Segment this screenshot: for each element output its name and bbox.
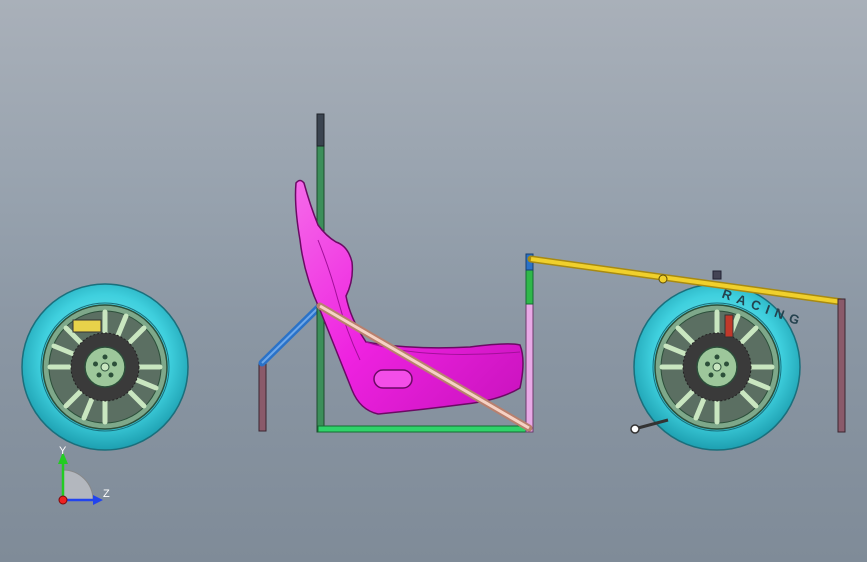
left-wheel[interactable] xyxy=(21,283,189,451)
triad-quarter-arc xyxy=(62,469,94,501)
y-axis-label: Y xyxy=(59,445,67,457)
front-end-post[interactable] xyxy=(837,298,846,433)
coordinate-triad: Y Z xyxy=(58,445,110,505)
seat-belt-slot xyxy=(373,369,413,389)
bottom-rail[interactable] xyxy=(317,425,531,433)
z-axis-label: Z xyxy=(103,488,110,500)
cad-model-scene[interactable]: RACING Y Z xyxy=(0,0,867,562)
left-brake-caliper xyxy=(72,319,102,333)
graphics-viewport[interactable]: RACING Y Z xyxy=(0,0,867,562)
right-brake-caliper xyxy=(724,314,734,338)
steering-joint xyxy=(658,274,668,284)
rear-post[interactable] xyxy=(258,362,267,432)
right-wheel[interactable]: RACING xyxy=(633,283,807,451)
x-axis-origin xyxy=(58,495,68,505)
